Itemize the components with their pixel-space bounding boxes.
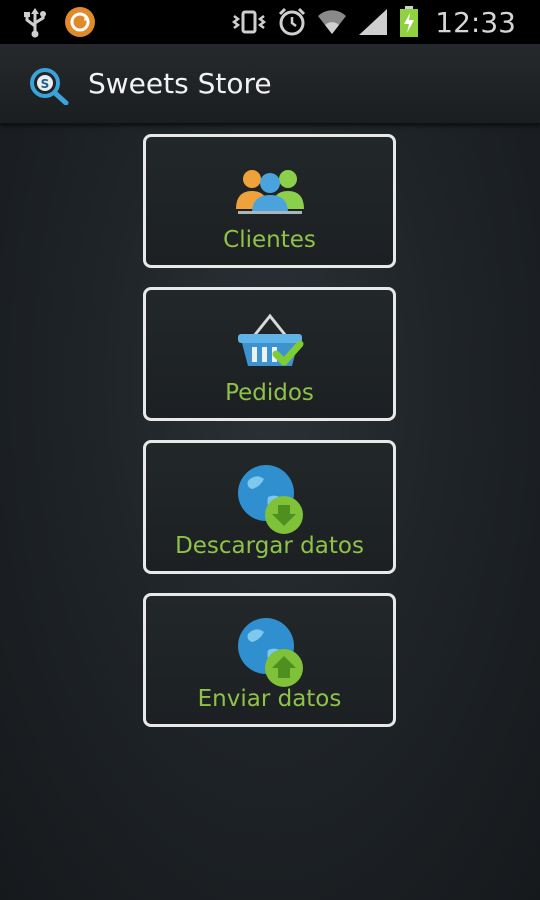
enviar-datos-button[interactable]: Enviar datos [143,593,396,727]
action-bar: S Sweets Store [0,44,540,124]
signal-icon [359,9,388,35]
status-time: 12:33 [435,5,516,39]
sync-icon [65,7,95,37]
main-menu: Clientes Pedidos Descargar datos Enviar … [143,134,396,746]
vibrate-icon [232,10,267,34]
people-icon [230,153,310,233]
status-bar: 12:33 [0,0,540,44]
pedidos-label: Pedidos [225,380,314,406]
clientes-label: Clientes [223,227,316,253]
wifi-icon [318,10,347,34]
alarm-icon [279,7,306,36]
pedidos-button[interactable]: Pedidos [143,287,396,421]
basket-check-icon [230,306,310,386]
status-left-icons [22,6,96,38]
clientes-button[interactable]: Clientes [143,134,396,268]
descargar-datos-button[interactable]: Descargar datos [143,440,396,574]
status-right-icons: 12:33 [231,0,516,44]
usb-icon [24,8,46,38]
battery-charging-icon [400,6,419,37]
enviar-datos-label: Enviar datos [197,686,342,712]
globe-download-icon [230,459,310,539]
svg-text:S: S [41,77,50,91]
descargar-datos-label: Descargar datos [175,533,364,559]
app-logo-icon[interactable]: S [28,63,70,105]
globe-upload-icon [230,612,310,692]
app-title: Sweets Store [88,67,272,100]
